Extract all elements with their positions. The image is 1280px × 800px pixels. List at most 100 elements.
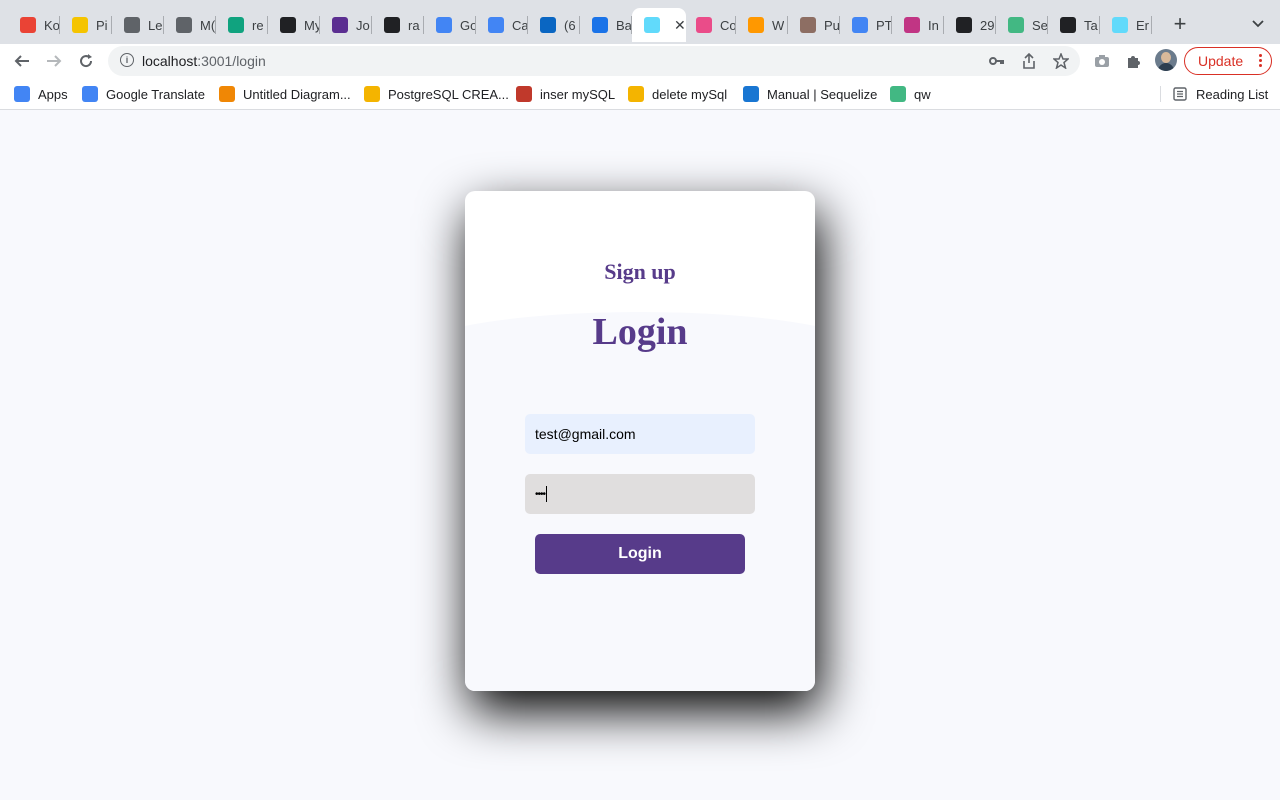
bookmark-item[interactable]: Manual | Sequelize	[743, 85, 877, 103]
bookmark-item[interactable]: Untitled Diagram...	[219, 85, 351, 103]
tab-title: Ta	[1084, 17, 1098, 33]
bookmark-item[interactable]: delete mySql	[628, 85, 727, 103]
gmail-icon	[20, 17, 36, 33]
email-value: test@gmail.com	[535, 426, 636, 442]
tab-title: 29	[980, 17, 995, 33]
forward-button[interactable]	[41, 48, 67, 74]
tab-title: Go	[460, 17, 476, 33]
st-icon	[1060, 17, 1076, 33]
camera-icon[interactable]	[1093, 52, 1111, 70]
tab-title: Se	[1032, 17, 1048, 33]
chatgpt-icon	[228, 17, 244, 33]
browser-tab[interactable]: Co	[684, 8, 736, 42]
vue-icon	[890, 86, 906, 102]
bookmark-label: Google Translate	[106, 86, 206, 102]
bookmark-label: delete mySql	[652, 86, 728, 102]
tab-title: (6	[564, 17, 576, 33]
tab-title: My	[304, 17, 320, 33]
bookmark-star-icon[interactable]	[1052, 52, 1070, 70]
sequelize-icon	[743, 86, 759, 102]
tab-search-icon[interactable]	[1248, 14, 1268, 34]
share-icon[interactable]	[1020, 52, 1038, 70]
browser-tab[interactable]: Go	[424, 8, 476, 42]
browser-tab[interactable]: Jo	[320, 8, 372, 42]
extensions-puzzle-icon[interactable]	[1125, 52, 1143, 70]
browser-tab[interactable]: 29	[944, 8, 996, 42]
bookmark-label: Apps	[38, 86, 68, 102]
apps-grid-icon	[14, 86, 30, 102]
reading-list-label: Reading List	[1196, 86, 1269, 102]
url-text[interactable]: localhost:3001/login	[142, 53, 266, 69]
linkedin-icon	[540, 17, 556, 33]
key-icon[interactable]	[988, 52, 1006, 70]
address-bar[interactable]: i localhost:3001/login	[108, 46, 1080, 76]
signup-toggle[interactable]: Sign up	[465, 259, 815, 285]
browser-tab[interactable]: Ta	[1048, 8, 1100, 42]
url-path: :3001/login	[197, 53, 266, 69]
update-button[interactable]: Update	[1184, 47, 1272, 75]
browser-tab[interactable]: Se	[996, 8, 1048, 42]
browser-tab[interactable]: (6	[528, 8, 580, 42]
password-value: ••••	[535, 488, 546, 500]
bookmark-item[interactable]: Apps	[14, 85, 68, 103]
tab-strip: Ko Pi Le M(re My Jo ra Go Ca (6 Ba ✕ Co W Pu PT In 29 Se Ta…	[0, 0, 1280, 44]
new-tab-button[interactable]: +	[1168, 11, 1192, 36]
tab-title: Le	[148, 17, 163, 33]
browser-tab[interactable]: ra	[372, 8, 424, 42]
text-cursor	[546, 486, 548, 502]
browser-tab[interactable]: Pi	[60, 8, 112, 42]
mysql-icon	[516, 86, 532, 102]
browser-tab[interactable]: Le	[112, 8, 164, 42]
instagram-icon	[904, 17, 920, 33]
reading-list-button[interactable]: Reading List	[1172, 85, 1268, 103]
browser-tab[interactable]: Ca	[476, 8, 528, 42]
browser-tab[interactable]: In	[892, 8, 944, 42]
tab-title: Ba	[616, 17, 632, 33]
browser-tab[interactable]: Ba	[580, 8, 632, 42]
bookmark-item[interactable]: Google Translate	[82, 85, 205, 103]
browser-tab[interactable]: PT	[840, 8, 892, 42]
tab-separator	[1151, 16, 1152, 34]
globe-icon	[124, 17, 140, 33]
login-button[interactable]: Login	[535, 534, 745, 574]
url-host: localhost	[142, 53, 198, 69]
mysql-delete-icon	[628, 86, 644, 102]
browser-tab[interactable]: Pu	[788, 8, 840, 42]
tab-title: PT	[876, 17, 892, 33]
login-card: Sign up Login test@gmail.com •••• Login	[465, 191, 815, 691]
browser-tab[interactable]: M(	[164, 8, 216, 42]
k-icon	[592, 17, 608, 33]
browser-tab[interactable]: Ko	[8, 8, 60, 42]
tab-title: Pi	[96, 17, 108, 33]
tab-title: Er	[1136, 17, 1149, 33]
bookmark-item[interactable]: inser mySQL	[516, 85, 615, 103]
site-info-icon[interactable]: i	[120, 53, 134, 67]
email-input[interactable]: test@gmail.com	[525, 414, 755, 454]
back-button[interactable]	[9, 48, 35, 74]
update-label: Update	[1198, 53, 1244, 69]
login-heading[interactable]: Login	[465, 310, 815, 354]
browser-tab[interactable]: W	[736, 8, 788, 42]
reload-button[interactable]	[73, 48, 99, 74]
bookmark-label: PostgreSQL CREA...	[388, 86, 509, 102]
profile-avatar[interactable]	[1155, 49, 1177, 71]
docs-icon	[488, 17, 504, 33]
star-icon	[280, 17, 296, 33]
browser-tab[interactable]: Er	[1100, 8, 1152, 42]
drawio-icon	[219, 86, 235, 102]
bookmark-label: Untitled Diagram...	[243, 86, 351, 102]
browser-tab[interactable]: ✕	[632, 8, 686, 42]
browser-toolbar: i localhost:3001/login Update	[0, 44, 1280, 78]
bookmark-item[interactable]: PostgreSQL CREA...	[364, 85, 509, 103]
browser-tab[interactable]: My	[268, 8, 320, 42]
tab-title: Pu	[824, 17, 840, 33]
password-input[interactable]: ••••	[525, 474, 755, 514]
bookmarks-separator	[1160, 86, 1161, 102]
f-icon	[956, 17, 972, 33]
bookmark-label: Manual | Sequelize	[767, 86, 878, 102]
bookmark-item[interactable]: qw	[890, 85, 931, 103]
browser-tab[interactable]: re	[216, 8, 268, 42]
tab-title: In	[928, 17, 939, 33]
react-icon	[1112, 17, 1128, 33]
puzzle-icon	[800, 17, 816, 33]
